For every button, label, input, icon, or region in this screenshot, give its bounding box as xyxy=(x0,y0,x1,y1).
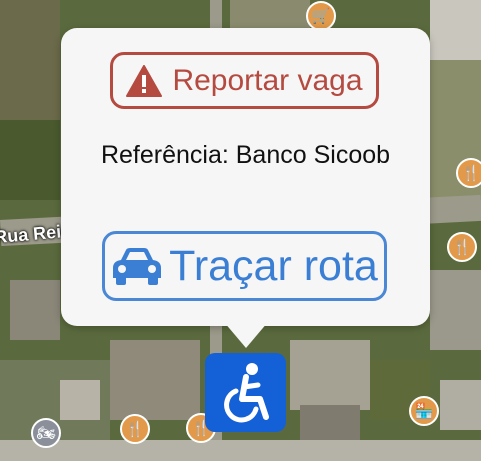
map-terrain xyxy=(290,340,370,410)
motorcycle-icon[interactable]: 🏍 xyxy=(31,418,61,448)
map-terrain xyxy=(440,380,481,430)
map-terrain xyxy=(230,0,310,30)
store-icon[interactable]: 🏪 xyxy=(409,396,439,426)
map-terrain xyxy=(0,0,60,120)
map-terrain xyxy=(60,380,100,420)
map-terrain xyxy=(430,270,481,350)
road xyxy=(440,200,481,214)
map-terrain xyxy=(0,120,60,200)
trace-route-button[interactable]: Traçar rota xyxy=(102,231,387,301)
car-icon xyxy=(113,248,162,285)
trace-route-label: Traçar rota xyxy=(169,241,378,290)
fork-knife-icon[interactable]: 🍴 xyxy=(456,158,481,188)
accessible-parking-marker[interactable] xyxy=(205,353,286,432)
spot-info-popup: Reportar vaga Referência: Banco Sicoob T… xyxy=(61,28,430,326)
wheelchair-icon xyxy=(223,362,269,422)
reference-text: Referência: Banco Sicoob xyxy=(100,141,391,169)
cart-icon[interactable]: 🛒 xyxy=(306,1,336,31)
map-terrain xyxy=(110,340,200,420)
popup-pointer xyxy=(224,322,268,348)
report-spot-label: Reportar vaga xyxy=(172,63,363,97)
map-terrain xyxy=(10,280,60,340)
road xyxy=(0,440,481,461)
warning-icon xyxy=(126,64,163,97)
report-spot-button[interactable]: Reportar vaga xyxy=(110,52,379,109)
map-terrain xyxy=(430,0,481,60)
fork-knife-icon[interactable]: 🍴 xyxy=(120,414,150,444)
fork-knife-icon[interactable]: 🍴 xyxy=(447,232,477,262)
